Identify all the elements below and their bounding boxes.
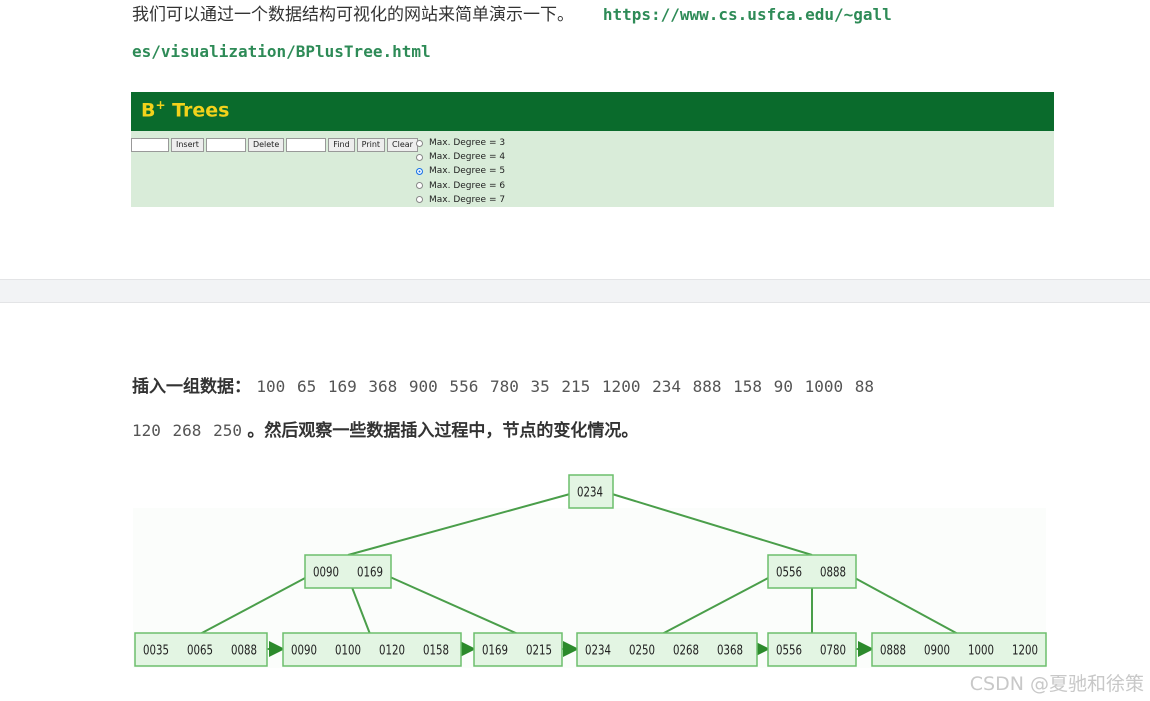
node-key: 0250: [629, 644, 655, 659]
section-divider: [0, 279, 1150, 303]
delete-input[interactable]: [205, 138, 246, 152]
radio-button[interactable]: [416, 196, 423, 204]
degree-option-label: Max. Degree = 4: [429, 152, 506, 163]
bplus-title-b: B: [141, 99, 156, 122]
intro-link-continued: es/visualization/BPlusTree.html: [132, 42, 431, 61]
node-key: 0090: [291, 644, 317, 659]
node-key: 1200: [1012, 644, 1038, 659]
visualization-link-continued[interactable]: es/visualization/BPlusTree.html: [132, 42, 431, 61]
degree-option[interactable]: Max. Degree = 5: [416, 164, 505, 178]
node-key: 0158: [423, 644, 449, 659]
bplus-tree-diagram: 0234 0090 0169 0556 0888 0035 0065 0088 0090 0100…: [133, 474, 1047, 668]
insert-data-line: 插入一组数据： 100 65 169 368 900 556 780 35 21…: [132, 372, 874, 397]
degree-radio-group: Max. Degree = 3 Max. Degree = 4 Max. Degre…: [416, 136, 505, 207]
root-node: 0234: [568, 474, 614, 509]
degree-option-label: Max. Degree = 7: [429, 194, 506, 205]
node-key: 0234: [577, 486, 603, 501]
node-key: 0900: [924, 644, 950, 659]
find-input[interactable]: [286, 138, 327, 152]
node-key: 0088: [231, 644, 257, 659]
leaf-node: 0234 0250 0268 0368: [576, 632, 758, 667]
degree-option[interactable]: Max. Degree = 6: [416, 179, 505, 193]
node-key: 0065: [187, 644, 213, 659]
node-key: 0888: [880, 644, 906, 659]
degree-option[interactable]: Max. Degree = 7: [416, 193, 505, 207]
node-key: 0780: [820, 644, 846, 659]
radio-button[interactable]: [416, 139, 423, 147]
insert-data-1: 100 65 169 368 900 556 780 35 215 1200 2…: [256, 377, 875, 396]
leaf-node: 0888 0900 1000 1200: [871, 632, 1047, 667]
bplus-title-sup: +: [155, 98, 166, 112]
node-key: 0120: [379, 644, 405, 659]
insert-input[interactable]: [131, 138, 169, 152]
node-key: 0268: [673, 644, 699, 659]
node-key: 0215: [526, 644, 552, 659]
leaf-node: 0035 0065 0088: [134, 632, 268, 667]
node-key: 0169: [357, 566, 383, 581]
clear-button[interactable]: Clear: [387, 138, 418, 152]
node-key: 0888: [820, 566, 846, 581]
bplus-title: B+ Trees: [141, 98, 230, 121]
intro-line: 我们可以通过一个数据结构可视化的网站来简单演示一下。 https://www.c…: [132, 0, 892, 25]
node-key: 0556: [776, 644, 802, 659]
degree-option-label: Max. Degree = 6: [429, 180, 506, 191]
node-key: 0100: [335, 644, 361, 659]
leaf-node: 0090 0100 0120 0158: [282, 632, 462, 667]
insert-data-line-2: 120 268 250 。然后观察一些数据插入过程中，节点的变化情况。: [132, 416, 638, 441]
node-key: 0169: [482, 644, 508, 659]
internal-node: 0090 0169: [304, 554, 392, 589]
node-key: 0035: [143, 644, 169, 659]
leaf-node: 0169 0215: [473, 632, 563, 667]
node-key: 1000: [968, 644, 994, 659]
radio-button[interactable]: [416, 153, 423, 161]
node-key: 0556: [776, 566, 802, 581]
print-button[interactable]: Print: [356, 138, 386, 152]
bplus-controls: Insert Delete Find Print Clear: [131, 137, 418, 153]
bplus-tool-screenshot: B+ Trees Insert Delete Find Print Clear …: [131, 92, 1054, 207]
internal-node: 0556 0888: [767, 554, 857, 589]
node-key: 0090: [313, 566, 339, 581]
visualization-link[interactable]: https://www.cs.usfca.edu/~gall: [603, 5, 892, 24]
leaf-node: 0556 0780: [767, 632, 857, 667]
find-button[interactable]: Find: [328, 138, 355, 152]
bplus-title-rest: Trees: [165, 99, 230, 122]
insert-prefix: 插入一组数据：: [132, 377, 251, 397]
intro-text: 我们可以通过一个数据结构可视化的网站来简单演示一下。: [132, 5, 574, 25]
radio-button[interactable]: [416, 168, 423, 175]
radio-button[interactable]: [416, 182, 423, 190]
degree-option-label: Max. Degree = 3: [429, 138, 506, 148]
insert-suffix: 。然后观察一些数据插入过程中，节点的变化情况。: [247, 421, 639, 441]
delete-button[interactable]: Delete: [247, 138, 285, 152]
watermark: CSDN @夏驰和徐策: [969, 673, 1144, 695]
bplus-header: B+ Trees: [131, 92, 1054, 131]
degree-option[interactable]: Max. Degree = 4: [416, 150, 505, 164]
node-key: 0368: [717, 644, 743, 659]
node-key: 0234: [585, 644, 611, 659]
degree-option[interactable]: Max. Degree = 3: [416, 136, 505, 150]
insert-button[interactable]: Insert: [171, 138, 204, 152]
degree-option-label: Max. Degree = 5: [429, 166, 506, 177]
insert-data-2: 120 268 250: [132, 421, 242, 440]
